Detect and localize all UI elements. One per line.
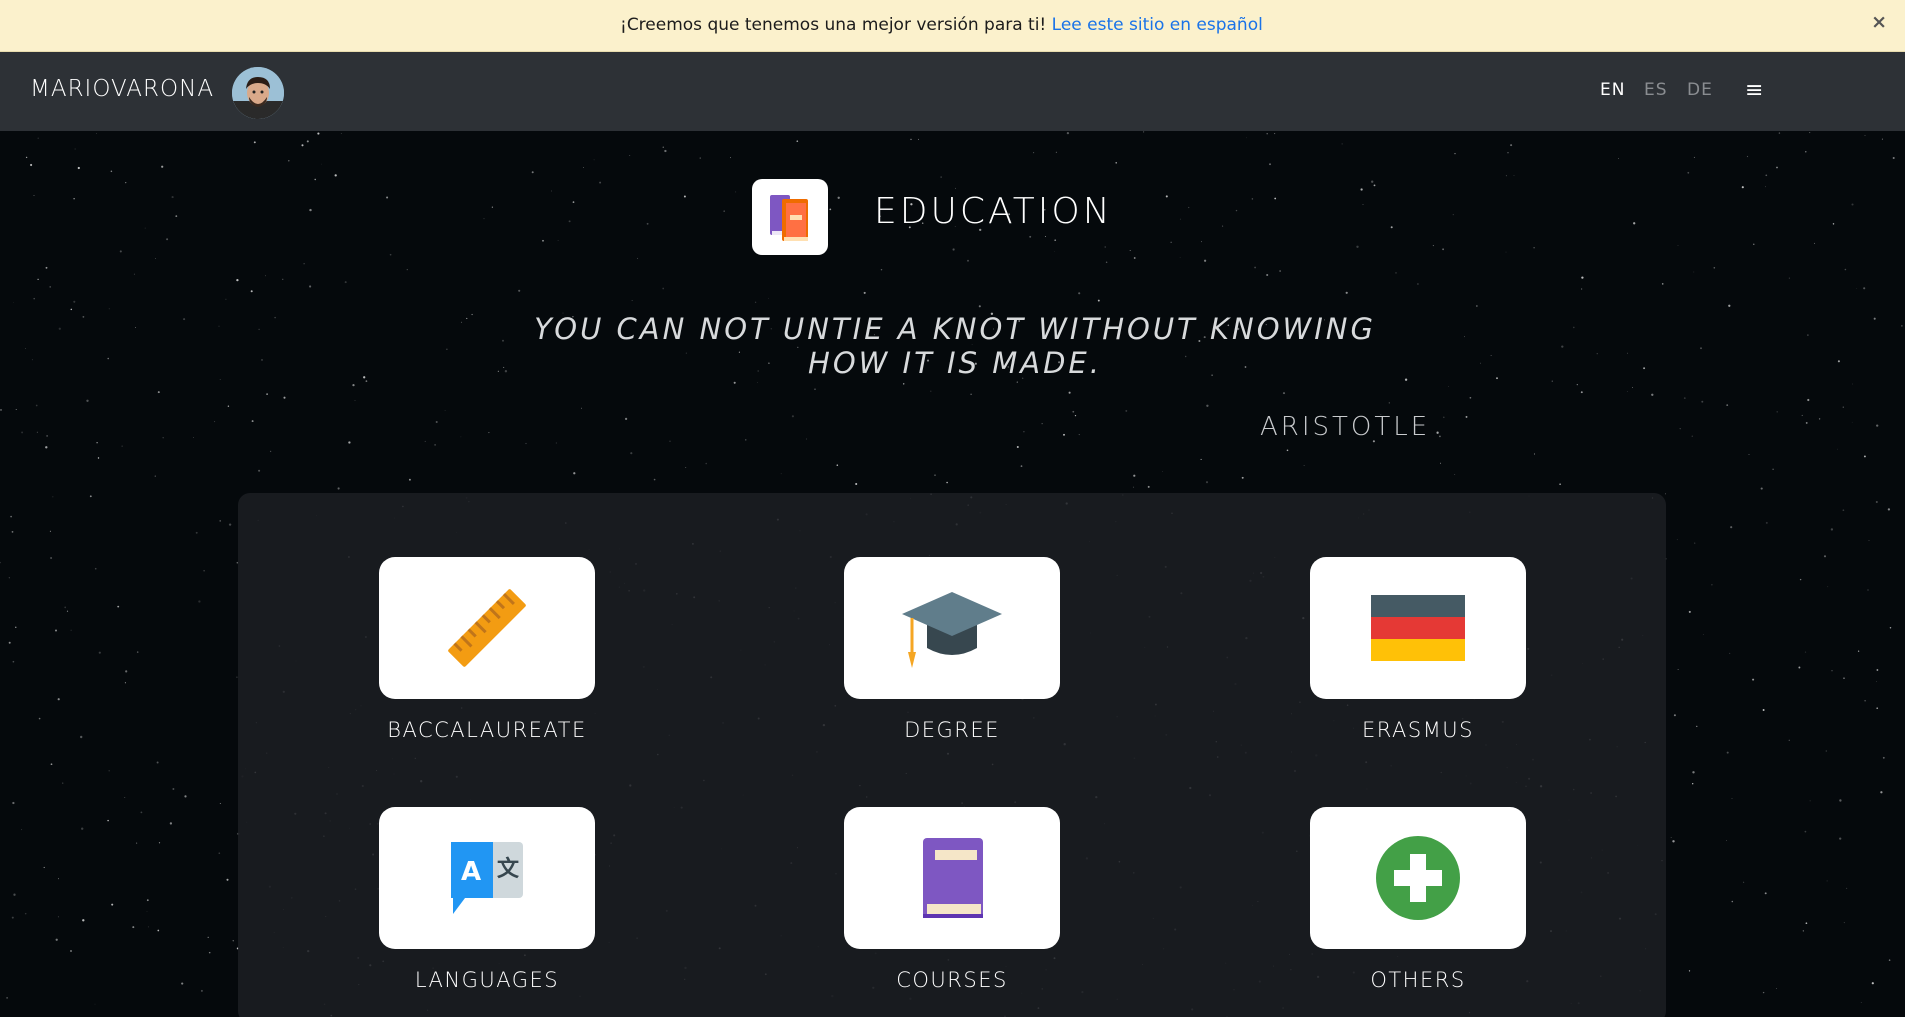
quote-text: YOU CAN NOT UNTIE A KNOT WITHOUT KNOWING… — [420, 312, 1490, 380]
languages-card[interactable]: A 文 — [379, 807, 595, 949]
graduation-cap-icon — [902, 592, 1002, 668]
erasmus-card[interactable] — [1310, 557, 1526, 699]
banner-message: ¡Creemos que tenemos una mejor versión p… — [620, 15, 1263, 35]
book-icon — [923, 838, 983, 918]
books-icon — [752, 179, 828, 255]
avatar[interactable] — [232, 67, 284, 119]
translate-icon: A 文 — [451, 842, 523, 914]
others-label[interactable]: OTHERS — [1288, 968, 1548, 992]
spanish-site-link[interactable]: Lee este sitio en español — [1052, 15, 1263, 35]
lang-de[interactable]: DE — [1687, 80, 1713, 100]
germany-flag-icon — [1371, 595, 1465, 661]
courses-label[interactable]: COURSES — [822, 968, 1082, 992]
brand-name[interactable]: MARIOVARONA — [30, 76, 214, 102]
erasmus-label[interactable]: ERASMUS — [1288, 718, 1548, 742]
ruler-icon — [448, 589, 526, 667]
svg-text:文: 文 — [497, 856, 520, 882]
hamburger-menu-icon[interactable]: ≡ — [1745, 78, 1763, 103]
languages-label[interactable]: LANGUAGES — [357, 968, 617, 992]
degree-card[interactable] — [844, 557, 1060, 699]
baccalaureate-label[interactable]: BACCALAUREATE — [357, 718, 617, 742]
lang-es[interactable]: ES — [1644, 80, 1668, 100]
notification-banner: ¡Creemos que tenemos una mejor versión p… — [0, 0, 1905, 52]
degree-label[interactable]: DEGREE — [822, 718, 1082, 742]
baccalaureate-card[interactable] — [379, 557, 595, 699]
quote-author: ARISTOTLE — [1260, 412, 1431, 442]
quote-line-2: HOW IT IS MADE. — [808, 346, 1102, 380]
lang-en[interactable]: EN — [1600, 80, 1625, 100]
page-title: EDUCATION — [874, 191, 1113, 232]
others-card[interactable] — [1310, 807, 1526, 949]
banner-text: ¡Creemos que tenemos una mejor versión p… — [620, 15, 1047, 35]
quote-line-1: YOU CAN NOT UNTIE A KNOT WITHOUT KNOWING — [534, 312, 1376, 346]
svg-text:A: A — [461, 857, 481, 887]
courses-card[interactable] — [844, 807, 1060, 949]
close-icon[interactable]: × — [1871, 11, 1887, 33]
plus-circle-icon — [1376, 836, 1460, 920]
site-header: MARIOVARONA EN ES DE ≡ — [0, 52, 1905, 131]
